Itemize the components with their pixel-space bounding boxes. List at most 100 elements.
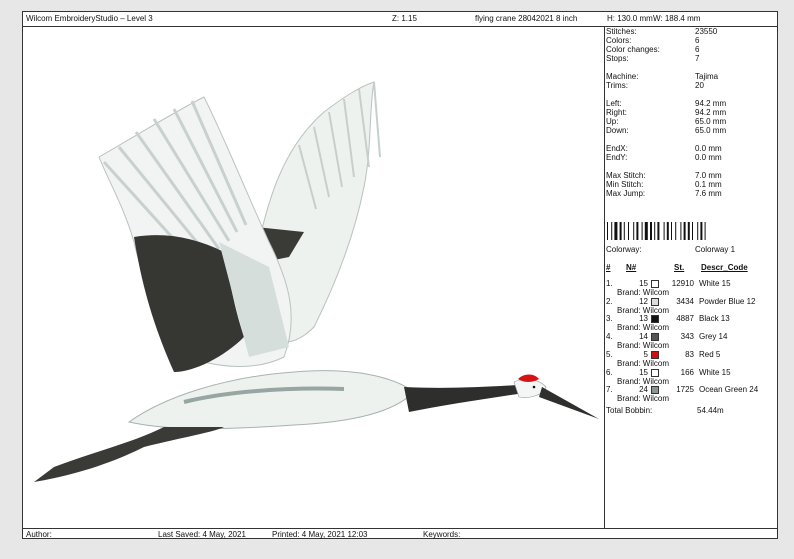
color-swatch [651, 350, 659, 359]
stat-value: 0.0 mm [695, 153, 722, 162]
stat-label: Colors: [606, 36, 632, 45]
color-index: 2. [606, 296, 613, 306]
color-description: Red 5 [699, 349, 721, 359]
color-index: 3. [606, 314, 613, 324]
color-number: 13 [639, 314, 648, 324]
embroidery-crane-artwork [34, 81, 599, 482]
design-height: H: 130.0 mm [607, 14, 653, 23]
color-index: 1. [606, 279, 613, 288]
color-stitches: 3434 [676, 296, 694, 306]
stat-row: Color changes: 6 [606, 45, 776, 54]
stat-value: 20 [695, 81, 704, 90]
stat-value: 7.6 mm [695, 189, 722, 198]
color-number: 15 [639, 279, 648, 288]
stat-value: 0.0 mm [695, 144, 722, 153]
color-swatch [651, 315, 659, 324]
color-stitches: 4887 [676, 314, 694, 324]
color-brand: Brand: Wilcom [617, 341, 670, 351]
color-brand: Brand: Wilcom [617, 376, 670, 386]
design-info-panel: Stitches: 23550 Colors: 6 Color changes: 6 Sto… [606, 27, 778, 527]
color-brand: Brand: Wilcom [617, 288, 670, 297]
stat-label: Color changes: [606, 45, 660, 54]
color-stitches: 12910 [671, 279, 694, 288]
author-label: Author: [26, 530, 52, 539]
color-description: Black 13 [699, 314, 730, 324]
stat-label: Min Stitch: [606, 180, 644, 189]
app-title: Wilcom EmbroideryStudio – Level 3 [26, 14, 153, 23]
stat-label: Down: [606, 126, 629, 135]
stat-label: EndY: [606, 153, 628, 162]
stat-row: Trims: 20 [606, 81, 776, 90]
barcode [607, 222, 706, 240]
stat-value: Tajima [695, 72, 719, 81]
footer-bar: Author: Last Saved: 4 May, 2021 Printed:… [23, 529, 777, 540]
stat-row: EndX: 0.0 mm [606, 144, 776, 153]
stat-label: Trims: [606, 81, 628, 90]
color-index: 6. [606, 367, 613, 377]
color-stitches: 83 [685, 349, 694, 359]
stat-value: 65.0 mm [695, 126, 727, 135]
stat-label: Stitches: [606, 27, 637, 36]
stat-value: 0.1 mm [695, 180, 722, 189]
stat-value: 94.2 mm [695, 99, 727, 108]
color-number: 12 [639, 296, 648, 306]
color-index: 5. [606, 349, 613, 359]
stat-value: 7.0 mm [695, 171, 722, 180]
stat-row: EndY: 0.0 mm [606, 153, 776, 162]
total-bobbin-row: Total Bobbin: 54.44m [606, 406, 776, 415]
stat-label: Stops: [606, 54, 629, 63]
color-stitches: 166 [680, 367, 694, 377]
printed-date: Printed: 4 May, 2021 12:03 [272, 530, 368, 539]
panel-divider [604, 26, 605, 528]
colorway-value: Colorway 1 [695, 245, 736, 254]
col-header-st: St. [674, 263, 685, 272]
stat-value: 6 [695, 45, 700, 54]
color-description: White 15 [699, 367, 731, 377]
stat-label: Max Jump: [606, 189, 646, 198]
color-brand: Brand: Wilcom [617, 394, 670, 404]
col-header-n: N# [626, 263, 637, 272]
color-index: 4. [606, 332, 613, 342]
color-swatch [651, 368, 659, 377]
stat-row: Stitches: 23550 [606, 27, 776, 36]
zoom-level: Z: 1.15 [392, 14, 417, 23]
design-width: W: 188.4 mm [653, 14, 701, 23]
header-bar: Wilcom EmbroideryStudio – Level 3 Z: 1.1… [23, 12, 777, 26]
color-description: White 15 [699, 279, 731, 288]
total-bobbin-value: 54.44m [697, 406, 724, 415]
color-description: Ocean Green 24 [699, 385, 759, 395]
color-description: Grey 14 [699, 332, 728, 342]
stat-row: Max Jump: 7.6 mm [606, 189, 776, 198]
color-index: 7. [606, 385, 613, 395]
stat-row: Machine: Tajima [606, 72, 776, 81]
color-swatch [651, 297, 659, 306]
stat-value: 94.2 mm [695, 108, 727, 117]
last-saved: Last Saved: 4 May, 2021 [158, 530, 246, 539]
col-header-descr: Descr_Code [701, 263, 748, 272]
col-header-num: # [606, 263, 611, 272]
color-swatch [651, 386, 659, 395]
design-name: flying crane 28042021 8 inch [475, 14, 578, 23]
stat-label: Machine: [606, 72, 639, 81]
keywords-label: Keywords: [423, 530, 461, 539]
color-number: 5 [643, 349, 648, 359]
colorway-row: Colorway: Colorway 1 [606, 245, 776, 254]
stat-row: Colors: 6 [606, 36, 776, 45]
color-number: 15 [639, 367, 648, 377]
color-brand: Brand: Wilcom [617, 323, 670, 333]
color-brand: Brand: Wilcom [617, 305, 670, 315]
stat-value: 65.0 mm [695, 117, 727, 126]
total-bobbin-label: Total Bobbin: [606, 406, 653, 415]
stat-label: EndX: [606, 144, 628, 153]
color-stitches: 1725 [676, 385, 694, 395]
stat-value: 7 [695, 54, 700, 63]
stat-value: 23550 [695, 27, 718, 36]
stat-row: Stops: 7 [606, 54, 776, 63]
stat-label: Max Stitch: [606, 171, 646, 180]
stat-label: Right: [606, 108, 627, 117]
stat-label: Left: [606, 99, 622, 108]
stat-row: Left: 94.2 mm [606, 99, 776, 108]
color-swatch [651, 333, 659, 342]
stat-row: Down: 65.0 mm [606, 126, 776, 135]
color-number: 24 [639, 385, 648, 395]
